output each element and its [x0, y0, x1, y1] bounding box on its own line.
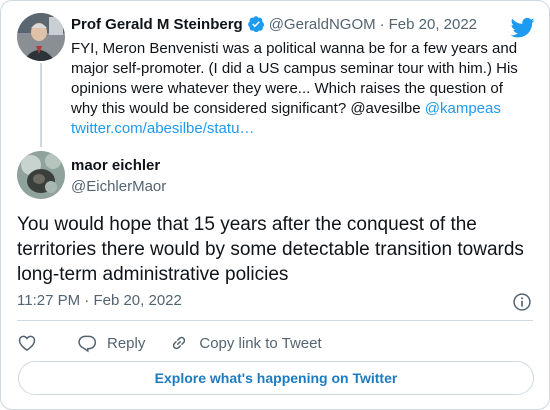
explore-button[interactable]: Explore what's happening on Twitter — [18, 361, 534, 395]
tweet-date: Feb 20, 2022 — [93, 292, 182, 309]
tweet-timestamp[interactable]: 11:27 PM · Feb 20, 2022 — [17, 292, 182, 309]
tweet-time: 11:27 PM — [17, 292, 81, 309]
divider — [17, 320, 533, 321]
parent-date[interactable]: Feb 20, 2022 — [389, 16, 477, 33]
mention-link-kampeas[interactable]: @kampeas — [425, 100, 501, 117]
reply-label: Reply — [107, 334, 146, 352]
reply-icon — [78, 335, 97, 353]
thread-connector-line — [40, 63, 42, 147]
author-handle[interactable]: @EichlerMaor — [71, 178, 166, 195]
parent-avatar[interactable] — [17, 13, 65, 61]
status-url-link[interactable]: twitter.com/abesilbe/statu… — [71, 120, 254, 137]
tweet-text: You would hope that 15 years after the c… — [17, 214, 524, 285]
reply-button[interactable]: Reply — [77, 333, 145, 353]
parent-header: Prof Gerald M Steinberg @GeraldNGOM · Fe… — [71, 15, 477, 33]
parent-handle[interactable]: @GeraldNGOM — [269, 16, 376, 33]
copy-link-button[interactable]: Copy link to Tweet — [169, 333, 322, 353]
copy-link-label: Copy link to Tweet — [199, 334, 322, 352]
heart-icon — [18, 335, 36, 351]
tweet-embed-card: Prof Gerald M Steinberg @GeraldNGOM · Fe… — [0, 0, 550, 410]
separator-dot: · — [379, 15, 385, 33]
separator-dot: · — [84, 292, 90, 309]
link-icon — [173, 336, 186, 350]
info-icon[interactable] — [512, 292, 532, 312]
author-name[interactable]: maor eichler — [71, 157, 160, 174]
action-bar: Reply Copy link to Tweet — [17, 331, 346, 355]
tweet-author-row: maor eichler @EichlerMaor — [17, 151, 537, 201]
author-avatar[interactable] — [17, 151, 65, 199]
parent-tweet-text: FYI, Meron Benvenisti was a political wa… — [71, 39, 526, 139]
like-button[interactable] — [17, 333, 47, 353]
verified-badge-icon — [247, 16, 264, 33]
parent-author-name[interactable]: Prof Gerald M Steinberg — [71, 16, 243, 33]
twitter-bird-icon[interactable] — [511, 15, 535, 39]
